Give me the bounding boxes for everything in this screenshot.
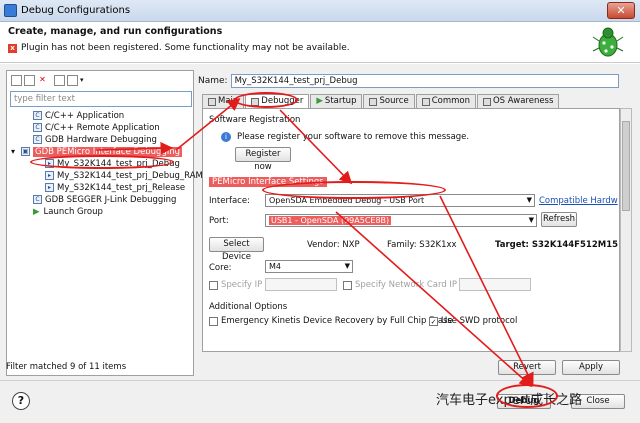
- chevron-down-icon: ▼: [526, 196, 532, 204]
- debug-app-icon: [4, 4, 17, 17]
- port-select[interactable]: USB1 - OpenSDA (99A5CE8B) ▼: [265, 214, 537, 227]
- c-app-icon: C: [33, 135, 42, 144]
- info-icon: i: [221, 132, 231, 142]
- bug-icon: [592, 27, 624, 57]
- collapse-all-icon[interactable]: [54, 74, 65, 86]
- network-card-ip-input[interactable]: [459, 278, 531, 291]
- c-app-icon: C: [33, 195, 42, 204]
- startup-tab-icon: ▶: [316, 96, 323, 106]
- close-window-button[interactable]: ✕: [607, 2, 635, 19]
- register-message: Please register your software to remove …: [237, 132, 470, 142]
- checkbox-icon: [209, 280, 218, 290]
- additional-options-label: Additional Options: [209, 302, 288, 312]
- specify-network-card-checkbox[interactable]: Specify Network Card IP: [343, 280, 457, 290]
- panel-scrollbar[interactable]: [620, 108, 632, 352]
- launch-group-icon: ▶: [33, 207, 40, 217]
- configuration-tree-pane: ✕ ▾ type filter text C C/C++ Application …: [6, 70, 203, 376]
- duplicate-config-icon[interactable]: [24, 74, 35, 86]
- filter-icon[interactable]: [67, 74, 78, 86]
- software-registration-label: Software Registration: [209, 115, 301, 125]
- debug-config-annotation: [30, 155, 174, 169]
- use-swd-checkbox[interactable]: ✓ Use SWD protocol: [429, 316, 517, 326]
- name-input[interactable]: My_S32K144_test_prj_Debug: [230, 74, 619, 88]
- specify-ip-checkbox[interactable]: Specify IP: [209, 280, 262, 290]
- register-now-button[interactable]: Register now: [235, 147, 291, 172]
- tree-item-cpp-remote-application[interactable]: C C/C++ Remote Application: [9, 122, 193, 134]
- chevron-down-icon: ▼: [344, 262, 350, 270]
- dialog-body: ✕ ▾ type filter text C C/C++ Application …: [0, 64, 640, 380]
- pemicro-icon: ▣: [21, 147, 30, 156]
- vendor-label: Vendor: NXP: [307, 240, 360, 250]
- core-select[interactable]: M4 ▼: [265, 260, 353, 273]
- configuration-editor: Name: My_S32K144_test_prj_Debug Main Deb…: [198, 70, 636, 376]
- filter-status: Filter matched 9 of 11 items: [6, 362, 127, 372]
- target-label: Target: S32K144F512M15: [495, 240, 619, 250]
- os-awareness-tab-icon: [482, 97, 491, 106]
- launch-config-icon: ▸: [45, 183, 54, 192]
- common-tab-icon: [421, 97, 430, 106]
- tree-item-cpp-application[interactable]: C C/C++ Application: [9, 110, 193, 122]
- checkbox-checked-icon: ✓: [429, 316, 438, 326]
- launch-config-icon: ▸: [45, 171, 54, 180]
- revert-button[interactable]: Revert: [498, 360, 556, 375]
- view-menu-icon[interactable]: ▾: [80, 76, 84, 84]
- plugin-warning-text: Plugin has not been registered. Some fun…: [21, 43, 350, 53]
- help-icon[interactable]: ?: [12, 392, 30, 410]
- tree-item-gdb-hardware[interactable]: C GDB Hardware Debugging: [9, 134, 193, 146]
- core-label: Core:: [209, 263, 232, 273]
- tab-os-awareness[interactable]: OS Awareness: [476, 94, 560, 108]
- apply-button[interactable]: Apply: [562, 360, 620, 375]
- dialog-header: Create, manage, and run configurations x…: [0, 22, 640, 63]
- tab-startup[interactable]: ▶ Startup: [310, 94, 363, 108]
- main-tab-icon: [208, 97, 216, 106]
- checkbox-icon: [343, 280, 352, 290]
- tree-toolbar: ✕ ▾: [7, 71, 193, 89]
- debugger-panel: Software Registration i Please register …: [202, 108, 620, 352]
- interface-annotation: [262, 181, 446, 199]
- tree-item-debug-ram-config[interactable]: ▸ My_S32K144_test_prj_Debug_RAM: [9, 170, 203, 182]
- header-title: Create, manage, and run configurations: [8, 26, 223, 37]
- c-app-icon: C: [33, 123, 42, 132]
- port-label: Port:: [209, 216, 229, 226]
- tab-source[interactable]: Source: [363, 94, 415, 108]
- new-config-icon[interactable]: [11, 74, 22, 86]
- interface-label: Interface:: [209, 196, 250, 206]
- refresh-button[interactable]: Refresh: [541, 212, 577, 227]
- tab-common[interactable]: Common: [415, 94, 476, 108]
- select-device-button[interactable]: Select Device: [209, 237, 264, 262]
- delete-config-icon[interactable]: ✕: [37, 74, 48, 86]
- title-bar: Debug Configurations ✕: [0, 0, 640, 22]
- scrollbar-thumb[interactable]: [622, 121, 630, 211]
- debugger-tab-annotation: [234, 92, 298, 108]
- window-title: Debug Configurations: [21, 5, 131, 16]
- plugin-warning: x Plugin has not been registered. Some f…: [8, 43, 350, 53]
- family-label: Family: S32K1xx: [387, 240, 457, 250]
- debug-button-annotation: [496, 384, 558, 408]
- tree-item-launch-group[interactable]: ▶ Launch Group: [9, 206, 193, 218]
- chevron-down-icon: ▼: [528, 216, 534, 224]
- compatible-hardware-link[interactable]: Compatible Hardw: [539, 196, 618, 206]
- name-row: Name: My_S32K144_test_prj_Debug: [198, 74, 619, 88]
- source-tab-icon: [369, 97, 378, 106]
- tree-item-release-config[interactable]: ▸ My_S32K144_test_prj_Release: [9, 182, 193, 194]
- ip-input[interactable]: [265, 278, 337, 291]
- tree-item-segger-jlink[interactable]: C GDB SEGGER J-Link Debugging: [9, 194, 193, 206]
- emergency-recovery-checkbox[interactable]: Emergency Kinetis Device Recovery by Ful…: [209, 316, 453, 326]
- error-icon: x: [8, 43, 17, 53]
- filter-input[interactable]: type filter text: [10, 91, 192, 107]
- name-label: Name:: [198, 76, 228, 86]
- expand-arrow-icon[interactable]: ▾: [11, 146, 15, 158]
- checkbox-icon: [209, 316, 218, 326]
- c-app-icon: C: [33, 111, 42, 120]
